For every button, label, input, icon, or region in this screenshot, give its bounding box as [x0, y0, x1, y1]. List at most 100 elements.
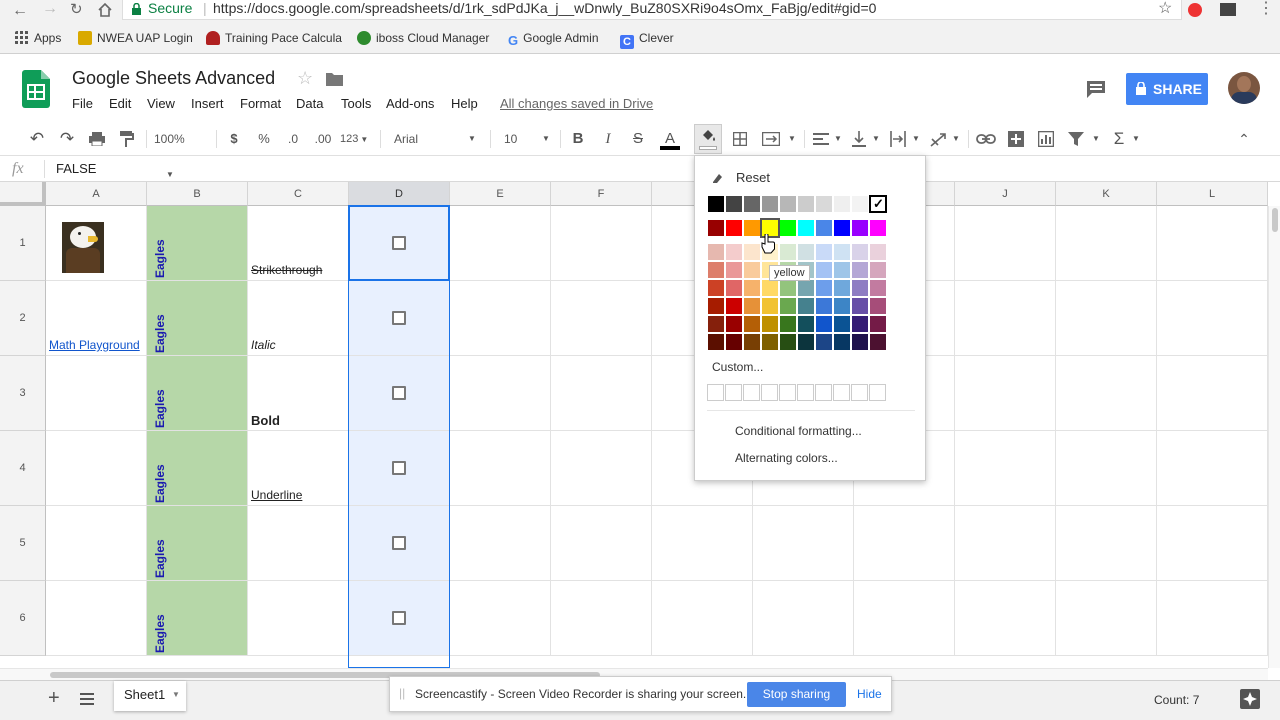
menu-format[interactable]: Format	[240, 96, 281, 111]
cell-j3[interactable]	[955, 356, 1056, 431]
color-swatch[interactable]	[762, 280, 778, 296]
color-swatch[interactable]	[744, 334, 760, 350]
color-swatch[interactable]	[744, 316, 760, 332]
color-swatch[interactable]	[816, 220, 832, 236]
color-swatch[interactable]	[708, 262, 724, 278]
cell-f2[interactable]	[551, 281, 652, 356]
custom-color-slot[interactable]	[851, 384, 868, 401]
star-icon[interactable]: ☆	[297, 68, 313, 89]
row-header-1[interactable]: 1	[0, 206, 46, 281]
row-header-2[interactable]: 2	[0, 281, 46, 356]
color-swatch[interactable]	[798, 220, 814, 236]
vertical-scrollbar[interactable]	[1268, 206, 1280, 668]
color-swatch[interactable]	[852, 298, 868, 314]
color-swatch[interactable]	[762, 298, 778, 314]
bookmark-clever[interactable]: C Clever	[620, 31, 674, 49]
cell-j1[interactable]	[955, 206, 1056, 281]
color-swatch[interactable]	[762, 334, 778, 350]
all-sheets-list-icon[interactable]	[80, 693, 94, 705]
cell-j5[interactable]	[955, 506, 1056, 581]
font-family-select[interactable]: Arial ▼	[394, 122, 478, 156]
scrollbar-thumb[interactable]	[1272, 208, 1278, 232]
color-swatch[interactable]	[762, 196, 778, 212]
decrease-decimal-button[interactable]: .0	[283, 122, 303, 156]
cell-l3[interactable]	[1157, 356, 1268, 431]
color-swatch[interactable]	[708, 220, 724, 236]
custom-color-slot[interactable]	[833, 384, 850, 401]
cell-l4[interactable]	[1157, 431, 1268, 506]
color-swatch[interactable]	[780, 298, 796, 314]
borders-icon[interactable]	[733, 132, 747, 146]
custom-color-slot[interactable]	[815, 384, 832, 401]
color-swatch[interactable]	[708, 244, 724, 260]
cell-e5[interactable]	[450, 506, 551, 581]
color-swatch[interactable]	[780, 280, 796, 296]
row-header-5[interactable]: 5	[0, 506, 46, 581]
custom-color-slot[interactable]	[797, 384, 814, 401]
color-swatch[interactable]	[798, 244, 814, 260]
color-swatch[interactable]	[726, 196, 742, 212]
cell-l5[interactable]	[1157, 506, 1268, 581]
cell-j6[interactable]	[955, 581, 1056, 656]
cell-g5[interactable]	[652, 506, 753, 581]
color-swatch[interactable]	[762, 316, 778, 332]
stop-sharing-button[interactable]: Stop sharing	[747, 682, 846, 707]
halign-dropdown-icon[interactable]: ▼	[832, 122, 844, 156]
collapse-chevron-icon[interactable]: ⌃	[1236, 122, 1252, 156]
color-swatch[interactable]	[816, 280, 832, 296]
reset-option[interactable]: Reset	[736, 170, 770, 185]
hide-button[interactable]: Hide	[857, 687, 882, 701]
cell-e1[interactable]	[450, 206, 551, 281]
color-swatch[interactable]	[744, 244, 760, 260]
filter-dropdown-icon[interactable]: ▼	[1090, 122, 1102, 156]
color-swatch[interactable]	[834, 262, 850, 278]
cell-f3[interactable]	[551, 356, 652, 431]
bold-button[interactable]: B	[570, 122, 586, 156]
color-swatch[interactable]	[816, 196, 832, 212]
color-swatch[interactable]	[744, 298, 760, 314]
cell-h6[interactable]	[753, 581, 854, 656]
print-icon[interactable]	[89, 132, 105, 146]
rotation-dropdown-icon[interactable]: ▼	[950, 122, 962, 156]
cell-k3[interactable]	[1056, 356, 1157, 431]
forward-icon[interactable]: →	[42, 0, 58, 18]
cell-c5[interactable]	[248, 506, 349, 581]
cell-c3[interactable]: Bold	[248, 356, 349, 431]
cell-b6[interactable]: Eagles	[147, 581, 248, 656]
screencastify-record-icon[interactable]	[1188, 3, 1202, 17]
cell-f1[interactable]	[551, 206, 652, 281]
sheet-tab[interactable]: Sheet1 ▼	[114, 681, 186, 711]
row-header-4[interactable]: 4	[0, 431, 46, 506]
cell-k2[interactable]	[1056, 281, 1157, 356]
menu-tools[interactable]: Tools	[341, 96, 371, 111]
cell-f6[interactable]	[551, 581, 652, 656]
custom-color-slot[interactable]	[779, 384, 796, 401]
color-swatch[interactable]	[834, 196, 850, 212]
menu-addons[interactable]: Add-ons	[386, 96, 434, 111]
saved-status-link[interactable]: All changes saved in Drive	[500, 96, 653, 111]
paint-format-icon[interactable]	[120, 131, 134, 147]
increase-decimal-button[interactable]: .00	[311, 122, 335, 156]
filter-icon[interactable]	[1068, 132, 1084, 146]
color-swatch[interactable]	[834, 334, 850, 350]
folder-icon[interactable]	[326, 72, 343, 86]
color-swatch[interactable]	[708, 196, 724, 212]
color-swatch[interactable]	[870, 334, 886, 350]
cell-k6[interactable]	[1056, 581, 1157, 656]
italic-button[interactable]: I	[600, 122, 616, 156]
custom-color-slot[interactable]	[707, 384, 724, 401]
math-playground-link[interactable]: Math Playground	[49, 338, 140, 352]
color-swatch[interactable]	[816, 262, 832, 278]
column-header-f[interactable]: F	[551, 182, 652, 206]
custom-color-slot[interactable]	[743, 384, 760, 401]
horizontal-align-icon[interactable]	[813, 133, 829, 145]
color-swatch[interactable]	[870, 262, 886, 278]
cell-c4[interactable]: Underline	[248, 431, 349, 506]
cell-l6[interactable]	[1157, 581, 1268, 656]
undo-icon[interactable]: ↶	[26, 122, 48, 156]
cell-l1[interactable]	[1157, 206, 1268, 281]
menu-view[interactable]: View	[147, 96, 175, 111]
menu-file[interactable]: File	[72, 96, 93, 111]
more-vert-icon[interactable]: ⋮	[1258, 0, 1274, 18]
color-swatch[interactable]	[726, 220, 742, 236]
